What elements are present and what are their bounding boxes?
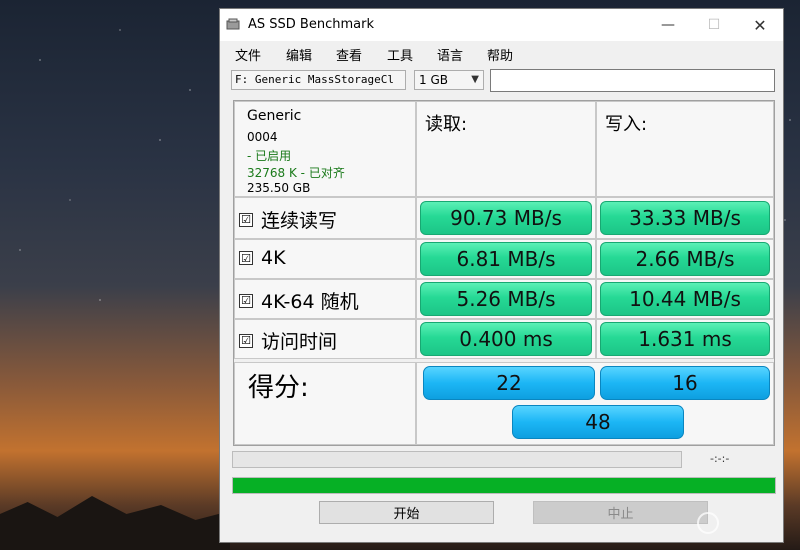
watermark-icon <box>697 512 719 534</box>
score-label: 得分: <box>248 373 309 403</box>
row-seq-read-cell: 90.73 MB/s <box>416 197 596 239</box>
access-read-result: 0.400 ms <box>420 322 592 356</box>
row-4k-read-cell: 6.81 MB/s <box>416 239 596 279</box>
test-size-value: 1 GB <box>419 73 448 87</box>
start-button[interactable]: 开始 <box>319 501 494 524</box>
score-cell: 22 16 48 <box>416 362 774 445</box>
row-4k64-read-cell: 5.26 MB/s <box>416 279 596 319</box>
4k64-write-result: 10.44 MB/s <box>600 282 770 316</box>
device-info-cell: Generic 0004 - 已启用 32768 K - 已对齐 235.50 … <box>234 101 416 197</box>
row-seq-text: 连续读写 <box>261 210 338 232</box>
checkbox-seq[interactable]: ☑ <box>239 212 253 227</box>
row-access-label[interactable]: ☑ 访问时间 <box>239 327 337 354</box>
menu-tools[interactable]: 工具 <box>387 45 413 64</box>
menu-bar: 文件 编辑 查看 工具 语言 帮助 <box>220 45 783 65</box>
drive-select[interactable]: F: Generic MassStorageCl <box>231 70 406 90</box>
results-panel: Generic 0004 - 已启用 32768 K - 已对齐 235.50 … <box>233 100 775 446</box>
device-alignment: 32768 K - 已对齐 <box>247 166 345 180</box>
4k64-read-result: 5.26 MB/s <box>420 282 592 316</box>
elapsed-time: -:-:- <box>710 452 730 465</box>
close-icon: ✕ <box>753 15 767 35</box>
as-ssd-window: AS SSD Benchmark — ☐ ✕ 文件 编辑 查看 工具 语言 帮助… <box>219 8 784 543</box>
row-access-label-cell: ☑ 访问时间 <box>234 319 416 359</box>
row-seq-write-cell: 33.33 MB/s <box>596 197 774 239</box>
chevron-down-icon: ▼ <box>471 74 479 85</box>
score-write: 16 <box>600 366 770 400</box>
minimize-icon: — <box>661 17 675 33</box>
menu-edit[interactable]: 编辑 <box>286 45 312 64</box>
path-field[interactable] <box>490 69 775 92</box>
checkbox-4k[interactable]: ☑ <box>239 251 253 265</box>
row-seq-label-cell: ☑ 连续读写 <box>234 197 416 239</box>
window-title: AS SSD Benchmark <box>248 17 374 32</box>
checkbox-4k64[interactable]: ☑ <box>239 293 253 308</box>
device-name: Generic <box>247 108 302 124</box>
menu-view[interactable]: 查看 <box>336 45 362 64</box>
test-size-select[interactable]: 1 GB ▼ <box>414 70 484 90</box>
watermark-logo <box>697 512 723 534</box>
stop-button[interactable]: 中止 <box>533 501 708 524</box>
row-4k-text: 4K <box>261 247 286 269</box>
minimize-button[interactable]: — <box>645 9 691 41</box>
read-column-header: 读取: <box>425 114 468 135</box>
write-column-header: 写入: <box>605 114 648 135</box>
score-label-cell: 得分: <box>234 362 416 445</box>
drive-icon <box>226 18 240 30</box>
row-4k-label-cell: ☑ 4K <box>234 239 416 279</box>
score-total: 48 <box>512 405 684 439</box>
seq-read-result: 90.73 MB/s <box>420 201 592 235</box>
row-access-read-cell: 0.400 ms <box>416 319 596 359</box>
row-4k-label[interactable]: ☑ 4K <box>239 247 286 269</box>
maximize-button[interactable]: ☐ <box>691 9 737 41</box>
row-4k64-label-cell: ☑ 4K-64 随机 <box>234 279 416 319</box>
title-bar[interactable]: AS SSD Benchmark — ☐ ✕ <box>220 9 783 41</box>
row-4k64-text: 4K-64 随机 <box>261 291 359 313</box>
row-4k64-label[interactable]: ☑ 4K-64 随机 <box>239 287 359 314</box>
row-access-write-cell: 1.631 ms <box>596 319 774 359</box>
score-read: 22 <box>423 366 595 400</box>
row-access-text: 访问时间 <box>261 331 338 353</box>
4k-write-result: 2.66 MB/s <box>600 242 770 276</box>
menu-language[interactable]: 语言 <box>437 45 463 64</box>
row-seq-label[interactable]: ☑ 连续读写 <box>239 206 337 233</box>
device-status-enabled: - 已启用 <box>247 149 292 163</box>
menu-help[interactable]: 帮助 <box>487 45 513 64</box>
overall-progress-fill <box>233 478 775 493</box>
checkbox-access[interactable]: ☑ <box>239 333 253 348</box>
device-firmware: 0004 <box>247 130 278 144</box>
overall-progress-bar <box>232 477 776 494</box>
close-button[interactable]: ✕ <box>737 9 783 41</box>
test-progress-bar <box>232 451 682 468</box>
row-4k64-write-cell: 10.44 MB/s <box>596 279 774 319</box>
maximize-icon: ☐ <box>707 17 721 33</box>
write-header-cell: 写入: <box>596 101 774 197</box>
row-4k-write-cell: 2.66 MB/s <box>596 239 774 279</box>
4k-read-result: 6.81 MB/s <box>420 242 592 276</box>
access-write-result: 1.631 ms <box>600 322 770 356</box>
menu-file[interactable]: 文件 <box>235 45 261 64</box>
read-header-cell: 读取: <box>416 101 596 197</box>
device-capacity: 235.50 GB <box>247 181 311 195</box>
seq-write-result: 33.33 MB/s <box>600 201 770 235</box>
